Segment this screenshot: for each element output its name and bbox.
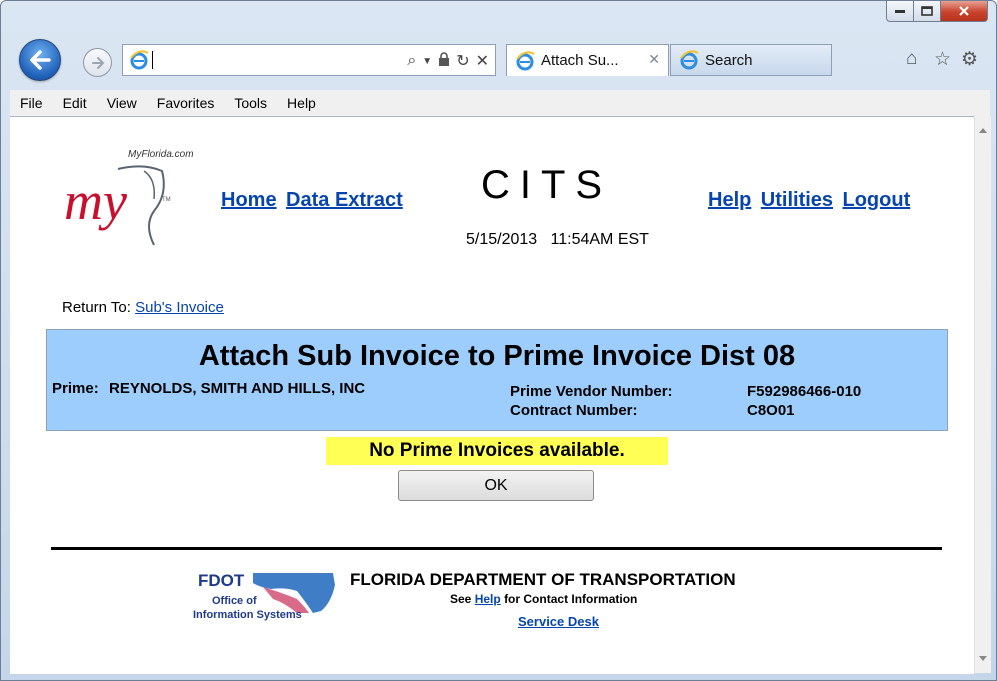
dropdown-icon[interactable]: ▼ (422, 56, 432, 67)
utilities-link[interactable]: Utilities (761, 189, 833, 211)
close-icon (959, 6, 969, 16)
back-arrow-icon (30, 50, 51, 70)
lock-icon[interactable] (438, 51, 450, 71)
window-caption-buttons (886, 1, 988, 22)
text-caret (152, 51, 153, 69)
tab-label: Attach Su... (541, 52, 619, 69)
service-desk: Service Desk (518, 614, 599, 629)
prime-value: REYNOLDS, SMITH AND HILLS, INC (109, 380, 366, 397)
menu-view[interactable]: View (97, 95, 147, 111)
ie-tab-icon (516, 50, 535, 70)
contract-number-label: Contract Number: (510, 402, 638, 419)
fdot-title: FDOT (198, 571, 245, 590)
scroll-up-icon[interactable] (979, 128, 987, 133)
search-icon[interactable]: ⌕ (407, 52, 416, 70)
refresh-icon[interactable]: ↻ (456, 51, 469, 71)
nav-right: Help Utilities Logout (708, 189, 915, 212)
maximize-icon (921, 6, 933, 16)
app-title: CITS (481, 163, 613, 207)
vertical-scrollbar[interactable] (974, 116, 991, 673)
page-viewport: MyFlorida.com my TM Home Data Extract CI… (10, 116, 974, 674)
nav-left: Home Data Extract (221, 189, 408, 212)
home-link[interactable]: Home (221, 189, 277, 211)
forward-arrow-icon (91, 56, 104, 69)
forward-button[interactable] (83, 48, 112, 77)
settings-gear-icon[interactable]: ⚙ (961, 48, 978, 71)
menu-favorites[interactable]: Favorites (147, 95, 225, 111)
browser-window: ⌕ ▼ ↻ ✕ Attach Su... ✕ Search ⌂ ☆ ⚙ File… (0, 0, 997, 681)
myflorida-logo-icon: my TM (64, 165, 171, 246)
minimize-icon (895, 10, 905, 13)
address-tools: ⌕ ▼ ↻ ✕ (407, 51, 489, 71)
return-to: Return To: Sub's Invoice (62, 299, 224, 316)
maximize-button[interactable] (914, 1, 941, 22)
ie-tab-icon (680, 50, 699, 70)
scroll-down-icon[interactable] (979, 656, 987, 661)
back-button[interactable] (19, 39, 61, 81)
subs-invoice-link[interactable]: Sub's Invoice (135, 299, 224, 316)
tab-search[interactable]: Search (670, 44, 832, 76)
menu-tools[interactable]: Tools (224, 95, 277, 111)
page-title: Attach Sub Invoice to Prime Invoice Dist… (198, 340, 796, 372)
footer-divider (51, 547, 942, 550)
stop-icon[interactable]: ✕ (476, 51, 489, 71)
close-window-button[interactable] (941, 1, 988, 22)
favorites-star-icon[interactable]: ☆ (934, 48, 951, 71)
fdot-logo: FDOT Office of Information Systems (193, 565, 343, 637)
tab-label: Search (705, 51, 753, 69)
address-bar[interactable]: ⌕ ▼ ↻ ✕ (122, 44, 496, 76)
invoice-banner: Attach Sub Invoice to Prime Invoice Dist… (46, 329, 948, 431)
see-suffix: for Contact Information (504, 592, 638, 606)
ok-button[interactable]: OK (398, 470, 594, 501)
home-icon[interactable]: ⌂ (906, 48, 917, 70)
fdot-sub2: Information Systems (193, 609, 302, 621)
logo-site-text: MyFlorida.com (128, 149, 194, 160)
menu-bar: File Edit View Favorites Tools Help (10, 90, 990, 117)
contact-info: See Help for Contact Information (450, 592, 637, 606)
menu-edit[interactable]: Edit (53, 95, 97, 111)
status-message: No Prime Invoices available. (326, 437, 668, 465)
vendor-number-label: Prime Vendor Number: (510, 383, 673, 400)
vendor-number-value: F592986466-010 (747, 383, 862, 400)
tab-attach-sub-invoice[interactable]: Attach Su... ✕ (506, 44, 669, 76)
department-name: FLORIDA DEPARTMENT OF TRANSPORTATION (350, 570, 736, 589)
svg-text:TM: TM (162, 197, 171, 203)
contract-number-value: C8O01 (747, 402, 795, 419)
menu-help[interactable]: Help (277, 95, 326, 111)
myflorida-logo[interactable]: MyFlorida.com my TM (58, 149, 218, 254)
ie-page-icon (130, 50, 149, 70)
menu-file[interactable]: File (10, 95, 53, 111)
logout-link[interactable]: Logout (843, 189, 911, 211)
current-datetime: 5/15/2013 11:54AM EST (466, 231, 649, 248)
footer-help-link[interactable]: Help (475, 592, 501, 606)
service-desk-link[interactable]: Service Desk (518, 614, 599, 629)
return-label: Return To: (62, 299, 131, 316)
svg-text:my: my (64, 171, 127, 231)
tab-close-icon[interactable]: ✕ (648, 51, 660, 68)
data-extract-link[interactable]: Data Extract (286, 189, 403, 211)
prime-label: Prime: (52, 380, 99, 397)
fdot-sub1: Office of (212, 595, 257, 607)
see-prefix: See (450, 592, 472, 606)
minimize-button[interactable] (886, 1, 914, 22)
help-link[interactable]: Help (708, 189, 751, 211)
